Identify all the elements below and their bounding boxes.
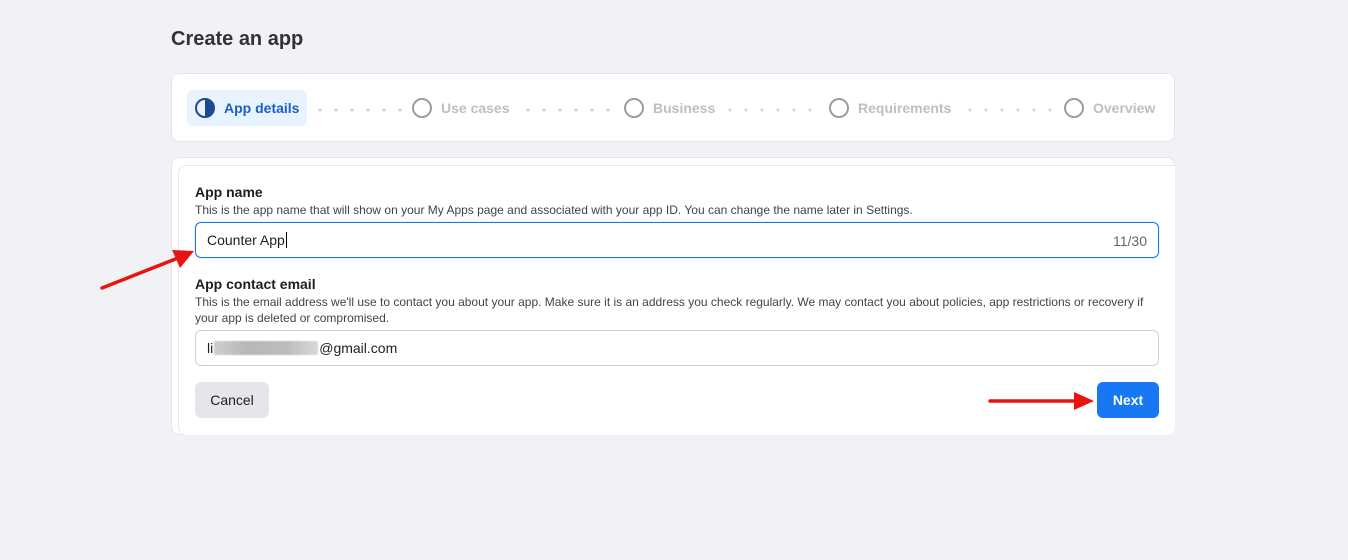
app-name-input[interactable]: Counter App 11/30	[195, 222, 1159, 258]
next-button[interactable]: Next	[1097, 382, 1159, 418]
annotation-arrow-icon	[100, 250, 194, 290]
step-use-cases[interactable]: Use cases	[404, 90, 518, 126]
step-connector	[312, 108, 412, 112]
app-name-label: App name	[195, 184, 263, 200]
character-counter: 11/30	[1113, 233, 1147, 249]
contact-email-label: App contact email	[195, 276, 316, 292]
step-label: Overview	[1093, 100, 1156, 116]
annotation-arrow-icon	[988, 392, 1094, 410]
step-label: Requirements	[858, 100, 952, 116]
empty-circle-icon	[1064, 98, 1084, 118]
step-app-details[interactable]: App details	[187, 90, 308, 126]
step-label: App details	[224, 100, 300, 116]
empty-circle-icon	[624, 98, 644, 118]
empty-circle-icon	[412, 98, 432, 118]
step-label: Business	[653, 100, 716, 116]
cancel-button[interactable]: Cancel	[195, 382, 269, 418]
redacted-blur	[214, 341, 319, 355]
step-connector	[962, 108, 1062, 112]
step-overview[interactable]: Overview	[1056, 90, 1163, 126]
contact-email-input[interactable]: li @gmail.com	[195, 330, 1159, 366]
step-connector	[722, 108, 822, 112]
app-name-value: Counter App	[207, 232, 285, 248]
step-requirements[interactable]: Requirements	[821, 90, 959, 126]
step-label: Use cases	[441, 100, 510, 116]
page-title: Create an app	[171, 28, 304, 50]
half-filled-circle-icon	[195, 98, 215, 118]
text-caret	[285, 232, 287, 248]
contact-email-help: This is the email address we'll use to c…	[195, 295, 1144, 325]
email-prefix: li	[207, 340, 214, 356]
step-connector	[520, 108, 620, 112]
app-name-help: This is the app name that will show on y…	[195, 203, 913, 217]
step-business[interactable]: Business	[616, 90, 723, 126]
progress-stepper: App details Use cases Business Requireme…	[171, 73, 1175, 142]
email-suffix: @gmail.com	[319, 340, 398, 356]
empty-circle-icon	[829, 98, 849, 118]
